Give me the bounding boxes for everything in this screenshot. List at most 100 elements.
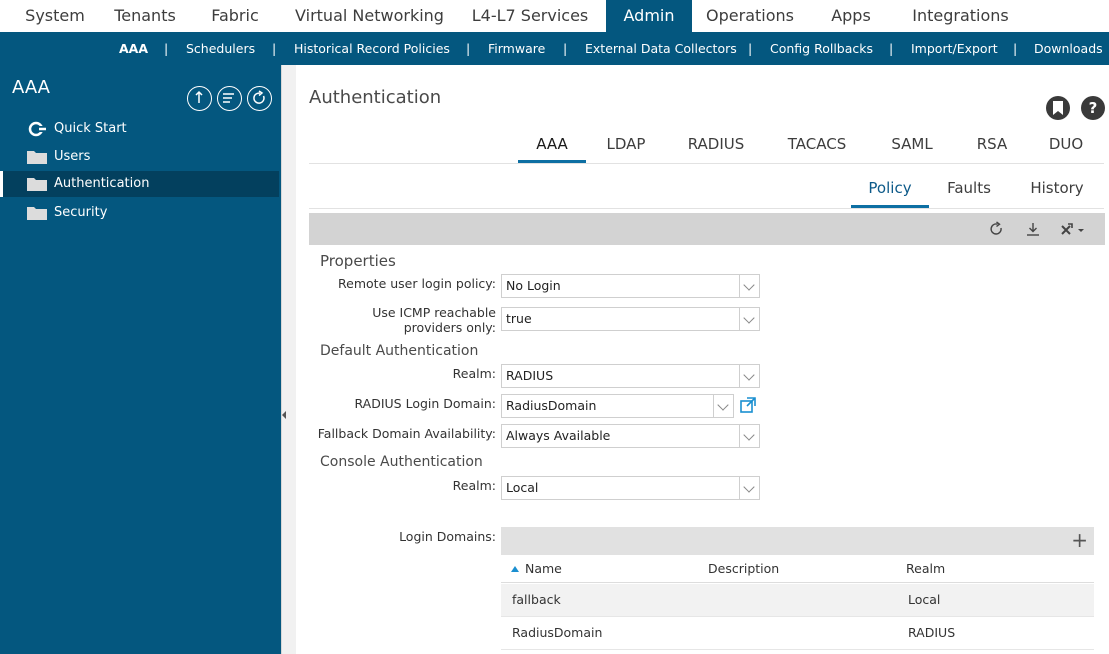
default-authentication-heading: Default Authentication [320, 343, 479, 359]
tab-history[interactable]: History [1022, 179, 1092, 208]
subnav-historical-record-policies[interactable]: Historical Record Policies [294, 32, 450, 65]
sidebar-item-label: Security [54, 205, 108, 220]
bookmark-icon [1053, 101, 1063, 115]
column-header-realm[interactable]: Realm [906, 555, 945, 583]
subnav-separator: | [272, 41, 277, 56]
radius-login-domain-select[interactable]: RadiusDomain [501, 394, 734, 418]
add-login-domain-button[interactable]: + [1071, 530, 1088, 550]
subnav-config-rollbacks[interactable]: Config Rollbacks [770, 32, 873, 65]
sidebar-tool-quickstart-button[interactable] [187, 86, 212, 111]
subnav-firmware[interactable]: Firmware [488, 32, 545, 65]
sub-navigation: AAA | Schedulers | Historical Record Pol… [0, 32, 1109, 65]
tab-tacacs[interactable]: TACACS [776, 133, 858, 163]
topnav-l4-l7-services[interactable]: L4-L7 Services [459, 0, 601, 32]
chevron-down-icon [739, 425, 759, 447]
radius-login-domain-value: RadiusDomain [506, 398, 597, 413]
sidebar-tool-refresh-button[interactable] [247, 86, 272, 111]
sidebar-item-security[interactable]: Security [0, 200, 279, 226]
tab-saml[interactable]: SAML [880, 133, 944, 163]
subnav-schedulers[interactable]: Schedulers [186, 32, 255, 65]
tab-policy[interactable]: Policy [851, 179, 929, 208]
panel-splitter[interactable] [281, 65, 296, 654]
folder-icon [27, 207, 47, 220]
tools-dropdown-icon[interactable] [1059, 221, 1087, 237]
sort-ascending-icon[interactable] [511, 566, 519, 572]
tab-rsa[interactable]: RSA [964, 133, 1020, 163]
topnav-system[interactable]: System [13, 0, 97, 32]
subnav-downloads[interactable]: Downloads [1034, 32, 1103, 65]
fallback-domain-availability-value: Always Available [506, 428, 611, 443]
topnav-integrations[interactable]: Integrations [903, 0, 1018, 32]
subnav-separator: | [748, 41, 753, 56]
fallback-domain-availability-label: Fallback Domain Availability: [317, 426, 496, 441]
tab-duo[interactable]: DUO [1040, 133, 1092, 163]
folder-icon [27, 151, 47, 164]
topnav-fabric[interactable]: Fabric [193, 0, 277, 32]
table-row[interactable]: fallback Local [501, 584, 1094, 617]
icmp-label-line-2: providers only: [403, 320, 496, 335]
remote-login-label: Remote user login policy: [338, 276, 496, 291]
column-header-name[interactable]: Name [525, 555, 562, 583]
remote-login-select[interactable]: No Login [501, 274, 760, 298]
column-header-description[interactable]: Description [708, 555, 779, 583]
page-title: Authentication [309, 87, 442, 108]
collapse-arrow-icon[interactable] [282, 411, 286, 419]
subtabs-divider [309, 208, 1104, 209]
sidebar-item-label: Quick Start [54, 121, 127, 136]
download-icon[interactable] [1024, 221, 1042, 237]
list-icon [223, 93, 234, 103]
tab-aaa[interactable]: AAA [518, 133, 586, 163]
cell-realm: RADIUS [908, 625, 956, 640]
topnav-admin[interactable]: Admin [606, 0, 692, 32]
folder-icon [27, 178, 47, 191]
fallback-domain-availability-select[interactable]: Always Available [501, 424, 760, 448]
topnav-tenants[interactable]: Tenants [103, 0, 187, 32]
quick-start-icon [28, 121, 46, 137]
sidebar-item-label: Authentication [54, 176, 150, 191]
help-button[interactable]: ? [1081, 96, 1105, 120]
realm-value: RADIUS [506, 368, 554, 383]
icmp-label-line-1: Use ICMP reachable [372, 305, 496, 320]
subnav-separator: | [563, 41, 568, 56]
table-header: Name Description Realm [501, 555, 1094, 583]
sidebar-item-quick-start[interactable]: Quick Start [0, 116, 279, 142]
subnav-external-data-collectors[interactable]: External Data Collectors [585, 32, 737, 65]
chevron-down-icon [739, 275, 759, 297]
icmp-reachable-label: Use ICMP reachable providers only: [316, 305, 496, 335]
sidebar-title: AAA [12, 77, 50, 98]
tab-ldap[interactable]: LDAP [592, 133, 660, 163]
refresh-icon[interactable] [988, 221, 1006, 237]
subnav-separator: | [889, 41, 894, 56]
tab-faults[interactable]: Faults [932, 179, 1006, 208]
cell-name: fallback [512, 592, 561, 607]
main-panel: Authentication ? AAA LDAP RADIUS TACACS … [296, 65, 1109, 654]
subnav-aaa[interactable]: AAA [119, 32, 148, 65]
sidebar-tool-list-button[interactable] [217, 86, 242, 111]
bookmark-button[interactable] [1046, 96, 1070, 120]
topnav-virtual-networking[interactable]: Virtual Networking [287, 0, 452, 32]
subnav-separator: | [1013, 41, 1018, 56]
subnav-separator: | [164, 41, 169, 56]
table-toolbar: + [501, 527, 1094, 555]
topnav-operations[interactable]: Operations [697, 0, 803, 32]
sidebar-item-users[interactable]: Users [0, 144, 279, 170]
realm-label: Realm: [452, 366, 496, 381]
toolbar [309, 213, 1105, 245]
console-realm-label: Realm: [452, 478, 496, 493]
sidebar-item-label: Users [54, 149, 91, 164]
realm-select[interactable]: RADIUS [501, 364, 760, 388]
login-domains-label: Login Domains: [399, 529, 496, 544]
sidebar-item-authentication[interactable]: Authentication [0, 171, 279, 197]
icmp-reachable-value: true [506, 311, 532, 326]
console-realm-select[interactable]: Local [501, 476, 760, 500]
table-row[interactable]: RadiusDomain RADIUS [501, 617, 1094, 650]
chevron-down-icon [739, 308, 759, 330]
tab-radius[interactable]: RADIUS [676, 133, 756, 163]
top-navigation: System Tenants Fabric Virtual Networking… [0, 0, 1109, 32]
subnav-import-export[interactable]: Import/Export [911, 32, 998, 65]
icmp-reachable-select[interactable]: true [501, 307, 760, 331]
open-external-icon[interactable] [740, 397, 756, 413]
chevron-down-icon [713, 395, 733, 417]
topnav-apps[interactable]: Apps [815, 0, 887, 32]
chevron-down-icon [739, 477, 759, 499]
